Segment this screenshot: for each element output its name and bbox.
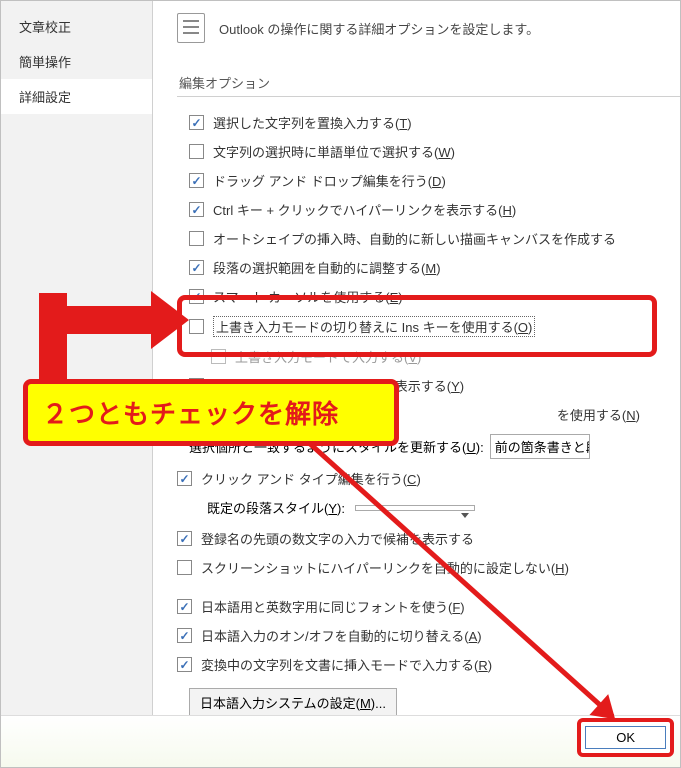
checkbox[interactable] [177,628,192,643]
checkbox[interactable] [189,144,204,159]
default-style-combo[interactable] [355,505,475,511]
ime-settings-button[interactable]: 日本語入力システムの設定(M)... [189,688,397,717]
option-label: 上書き入力モードの切り替えに Ins キーを使用する(O) [213,316,535,337]
checkbox[interactable] [177,599,192,614]
option-label: 日本語入力のオン/オフを自動的に切り替える(A) [201,626,482,645]
option-label: 日本語用と英数字用に同じフォントを使う(F) [201,597,465,616]
option-label: 変換中の文字列を文書に挿入モードで入力する(R) [201,655,492,674]
option-label: 上書き入力モードで入力する(V) [235,347,421,366]
checkbox[interactable] [189,260,204,275]
document-icon [177,13,205,43]
ok-button[interactable]: OK [585,726,666,749]
opt-click-and-type[interactable]: クリック アンド タイプ編集を行う(C) [177,469,680,488]
highlight-frame-ok: OK [577,718,674,757]
option-row-8: 上書き入力モードで入力する(V) [189,347,680,366]
default-style-label: 既定の段落スタイル(Y): [177,498,345,517]
section-title: 編集オプション [177,73,680,92]
default-paragraph-style-row: 既定の段落スタイル(Y): [177,498,680,517]
option-row-7[interactable]: 上書き入力モードの切り替えに Ins キーを使用する(O) [189,316,680,337]
checkbox[interactable] [189,115,204,130]
sidebar-item-label: 簡単操作 [19,55,71,70]
option-label: スクリーンショットにハイパーリンクを自動的に設定しない(H) [201,558,569,577]
checkbox[interactable] [189,202,204,217]
option-row-3[interactable]: Ctrl キー + クリックでハイパーリンクを表示する(H) [189,200,680,219]
option-label: ドラッグ アンド ドロップ編集を行う(D) [213,171,446,190]
section-divider [177,96,680,97]
sidebar-item-advanced[interactable]: 詳細設定 [1,79,152,114]
opt-jp-font[interactable]: 日本語用と英数字用に同じフォントを使う(F) [177,597,680,616]
checkbox[interactable] [189,289,204,304]
option-row-0[interactable]: 選択した文字列を置換入力する(T) [189,113,680,132]
sidebar-item-proofing[interactable]: 文章校正 [1,9,152,44]
opt-convert-insert[interactable]: 変換中の文字列を文書に挿入モードで入力する(R) [177,655,680,674]
opt-jp-toggle[interactable]: 日本語入力のオン/オフを自動的に切り替える(A) [177,626,680,645]
checkbox[interactable] [177,657,192,672]
option-label: オートシェイプの挿入時、自動的に新しい描画キャンバスを作成する [213,229,616,248]
option-row-6[interactable]: スマート カーソルを使用する(E) [189,287,680,306]
opt-screenshot-hyperlink[interactable]: スクリーンショットにハイパーリンクを自動的に設定しない(H) [177,558,680,577]
sidebar-item-label: 詳細設定 [19,90,71,105]
option-row-2[interactable]: ドラッグ アンド ドロップ編集を行う(D) [189,171,680,190]
checkbox[interactable] [189,319,204,334]
option-label: クリック アンド タイプ編集を行う(C) [201,469,421,488]
sidebar-item-easy[interactable]: 簡単操作 [1,44,152,79]
checkbox[interactable] [177,471,192,486]
option-label: を使用する(N) [557,405,640,424]
option-label: 選択した文字列を置換入力する(T) [213,113,412,132]
checkbox[interactable] [177,531,192,546]
option-row-1[interactable]: 文字列の選択時に単語単位で選択する(W) [189,142,680,161]
checkbox [211,349,226,364]
checkbox[interactable] [189,173,204,188]
checkbox[interactable] [189,231,204,246]
option-label: スマート カーソルを使用する(E) [213,287,403,306]
option-label: Ctrl キー + クリックでハイパーリンクを表示する(H) [213,200,516,219]
option-label: 登録名の先頭の数文字の入力で候補を表示する [201,529,474,548]
page-description: Outlook の操作に関する詳細オプションを設定します。 [219,19,539,38]
checkbox[interactable] [177,560,192,575]
annotation-callout: ２つともチェックを解除 [23,379,399,446]
option-row-5[interactable]: 段落の選択範囲を自動的に調整する(M) [189,258,680,277]
option-row-4[interactable]: オートシェイプの挿入時、自動的に新しい描画キャンバスを作成する [189,229,680,248]
option-label: 段落の選択範囲を自動的に調整する(M) [213,258,441,277]
opt-register-name[interactable]: 登録名の先頭の数文字の入力で候補を表示する [177,529,680,548]
options-list: 選択した文字列を置換入力する(T) 文字列の選択時に単語単位で選択する(W) ドラッ… [177,113,680,424]
sidebar-item-label: 文章校正 [19,20,71,35]
update-style-combo[interactable]: 前の箇条書きと段 [490,434,590,459]
option-label: 文字列の選択時に単語単位で選択する(W) [213,142,455,161]
